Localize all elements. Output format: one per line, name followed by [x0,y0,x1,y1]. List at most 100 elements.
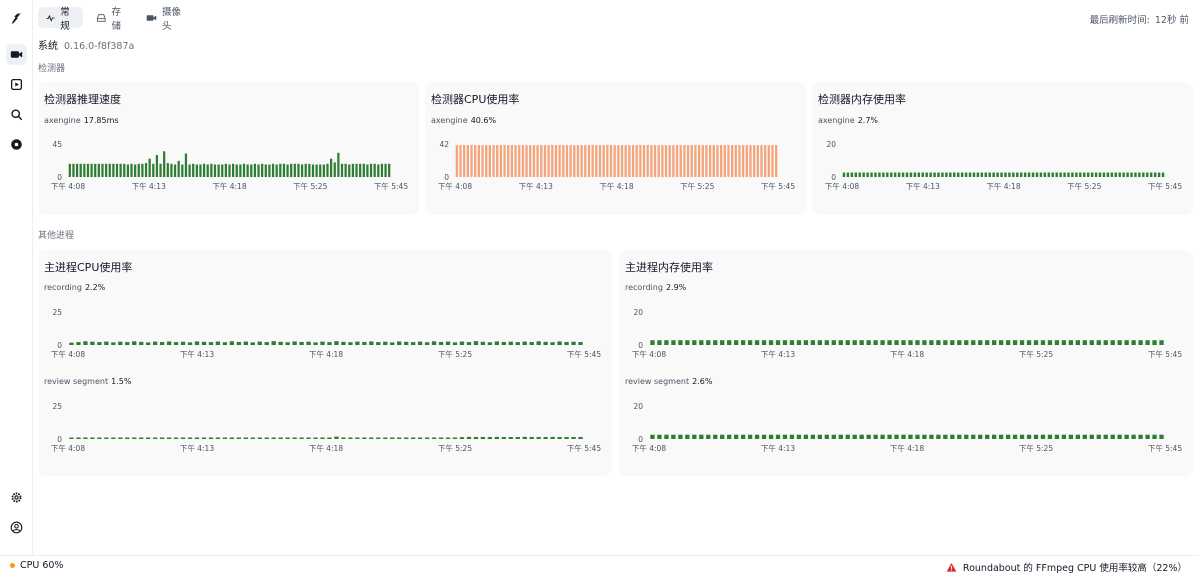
chart-bar [796,340,802,345]
chart-bar [956,172,960,178]
chart-bar [635,145,638,177]
chart-bar [838,434,843,439]
chart-bar [639,145,642,177]
chart-bar [734,340,739,345]
chart-bar [609,145,613,177]
x-tick-label: 下午 4:18 [599,181,633,191]
nav-search-icon[interactable] [6,104,27,125]
nav-live-video-icon[interactable] [6,44,27,65]
chart-bar [734,145,737,177]
tab-cameras[interactable]: 摄像头 [138,7,196,32]
chart-bar [344,163,347,177]
chart-bar [322,164,325,177]
chart-bar [852,340,857,345]
chart-bar [341,341,346,345]
chart-bar [980,172,984,178]
chart-bar [754,434,760,439]
chart-bar [187,342,193,345]
chart-bar [949,172,952,178]
chart-bar [463,145,466,177]
chart-bar [810,434,816,439]
chart-bar [678,434,683,439]
chart-bar [557,341,562,345]
chart-bar [1146,172,1149,178]
y-tick-label: 25 [52,402,62,411]
chart-bar [132,341,137,345]
cpu-status[interactable]: CPU 60% [10,560,63,571]
chart-bar [624,145,627,177]
chart-bar [761,434,767,439]
chart-bar [177,160,180,177]
chart-bar [1047,434,1053,439]
chart-bar [1019,434,1025,439]
chart-bar [936,434,941,439]
x-tick-label: 下午 5:45 [1148,181,1182,191]
section-detectors: 检测器 [38,64,66,74]
chart-bar [1055,172,1058,178]
chart-bar [1103,340,1108,345]
sidebar [0,0,33,555]
chart-bar [708,145,712,177]
chart-bar [1142,172,1145,178]
settings-gear-icon[interactable] [6,487,27,508]
chart-bar [929,172,932,178]
chart-bar [348,342,353,345]
chart-bar [1138,434,1143,439]
logo-icon[interactable] [6,8,27,29]
chart-bar [529,145,532,177]
chart-bar [499,145,503,177]
tab-storage[interactable]: 存储 [88,7,136,32]
chart-bar [536,341,541,345]
alert-message[interactable]: Roundabout 的 FFmpeg CPU 使用率较高（22%） [946,560,1187,574]
chart-bar [1027,172,1031,178]
chart-bar [992,340,997,345]
metric-label: recording 2.9% [625,283,686,292]
chart-bar [764,145,767,177]
nav-review-icon[interactable] [6,74,27,95]
account-user-icon[interactable] [6,517,27,538]
chart-bar [1054,340,1060,345]
chart-bar [664,145,668,177]
chart-bar [998,340,1004,345]
chart-bar [119,163,122,177]
chart-bar [529,342,534,345]
chart-bar [657,340,662,345]
chart-bar [1089,340,1094,345]
chart-bar [880,340,885,345]
chart-bar [118,437,123,439]
chart-bar [929,434,934,439]
nav-explore-icon[interactable] [6,134,27,155]
chart-bar [720,434,725,439]
chart-bar [292,341,297,345]
x-tick-label: 下午 5:25 [293,181,327,191]
chart-bar [208,342,214,345]
chart-bar [118,341,123,345]
chart-bar [854,172,858,178]
chart-bar [515,437,520,439]
chart-bar [943,434,948,439]
chart-bar [188,164,191,177]
chart-bar [713,434,718,439]
chart-bar [719,145,723,177]
chart-bar [159,163,162,177]
chart-bar [250,437,255,439]
chart-bar [1157,172,1161,178]
x-tick-label: 下午 4:13 [180,443,214,453]
chart-bar [550,436,555,439]
chart-recording-cpu: 25 0 下午 4:08 下午 4:13 下午 4:18 下午 5:25 下午 5:45 [38,304,612,366]
chart-bar [936,340,941,345]
chart-bar [653,145,657,177]
chart-bar [417,341,423,345]
tab-general[interactable]: 常规 [38,7,83,32]
chart-bar [1086,172,1090,178]
cpu-status-text: CPU 60% [20,560,64,571]
x-tick-label: 下午 5:45 [761,181,795,191]
chart-bar [521,145,525,177]
chart-bar [964,434,969,439]
chart-bar [1075,340,1080,345]
series-current-value: 40.6% [470,116,497,125]
chart-bar [887,340,892,345]
chart-bar [1079,172,1082,178]
activity-icon [46,14,55,21]
chart-bar [679,145,682,177]
